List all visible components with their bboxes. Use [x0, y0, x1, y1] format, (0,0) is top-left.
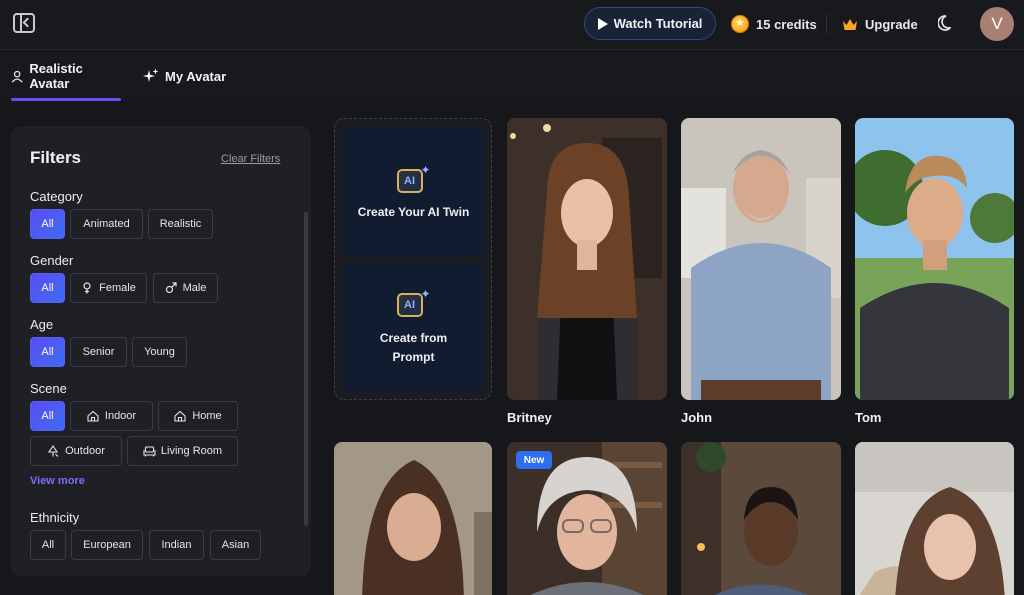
- ethnicity-all-chip[interactable]: All: [30, 530, 66, 560]
- clear-filters-link[interactable]: Clear Filters: [221, 153, 280, 165]
- tab-my-avatar[interactable]: My Avatar: [143, 51, 226, 101]
- avatar-name: John: [681, 410, 713, 425]
- watch-tutorial-button[interactable]: Watch Tutorial: [584, 7, 716, 40]
- age-young-chip[interactable]: Young: [132, 337, 187, 367]
- avatar-photo: [855, 442, 1014, 595]
- avatar-card-john[interactable]: [681, 118, 841, 400]
- sidebar-toggle-icon[interactable]: [13, 13, 35, 33]
- filters-scrollbar[interactable]: [304, 212, 308, 526]
- gender-all-chip[interactable]: All: [30, 273, 65, 303]
- top-bar: Watch Tutorial 15 credits Upgrade V: [0, 0, 1024, 50]
- category-label: Category: [30, 189, 83, 204]
- credits-display[interactable]: 15 credits: [731, 14, 817, 34]
- user-avatar[interactable]: V: [980, 7, 1014, 41]
- tree-icon: [47, 445, 59, 457]
- scene-outdoor-chip[interactable]: Outdoor: [30, 436, 122, 466]
- scene-label: Scene: [30, 381, 67, 396]
- moon-icon[interactable]: [938, 14, 956, 32]
- create-prompt-label-1: Create from: [379, 331, 448, 345]
- watch-tutorial-label: Watch Tutorial: [613, 16, 703, 31]
- ethnicity-european-chip[interactable]: European: [71, 530, 143, 560]
- age-senior-chip[interactable]: Senior: [70, 337, 127, 367]
- tab-label: My Avatar: [165, 68, 227, 84]
- avatar-photo: [334, 442, 492, 595]
- play-icon: [597, 17, 608, 30]
- create-ai-twin-card[interactable]: AI ✦ Create Your AI Twin: [343, 127, 484, 255]
- upgrade-label: Upgrade: [865, 16, 918, 32]
- filters-title: Filters: [30, 148, 82, 167]
- avatar-name: Britney: [507, 410, 552, 425]
- male-icon: [165, 282, 177, 294]
- credits-label: 15 credits: [756, 16, 817, 32]
- category-animated-chip[interactable]: Animated: [70, 209, 143, 239]
- sofa-icon: [143, 445, 156, 457]
- category-all-chip[interactable]: All: [30, 209, 65, 239]
- scene-all-chip[interactable]: All: [30, 401, 65, 431]
- tab-label: Realistic Avatar: [29, 61, 83, 91]
- coin-icon: [731, 15, 749, 33]
- create-prompt-label-2: Prompt: [392, 350, 435, 364]
- avatar-photo: [681, 118, 841, 400]
- avatar-card-tom[interactable]: [855, 118, 1014, 400]
- avatar-card[interactable]: [334, 442, 492, 595]
- scene-indoor-chip[interactable]: Indoor: [70, 401, 153, 431]
- avatar-card[interactable]: [681, 442, 841, 595]
- age-label: Age: [30, 317, 54, 332]
- create-panel: AI ✦ Create Your AI Twin AI ✦ Create fro…: [334, 118, 492, 400]
- user-initial: V: [991, 14, 1003, 33]
- avatar-card[interactable]: [855, 442, 1014, 595]
- avatar-photo: [507, 118, 667, 400]
- crown-icon: [842, 18, 858, 31]
- avatar-card-britney[interactable]: [507, 118, 667, 400]
- scene-home-chip[interactable]: Home: [158, 401, 238, 431]
- category-realistic-chip[interactable]: Realistic: [148, 209, 213, 239]
- create-ai-twin-label: Create Your AI Twin: [357, 205, 470, 219]
- view-more-link[interactable]: View more: [30, 475, 85, 487]
- create-from-prompt-card[interactable]: AI ✦ Create from Prompt: [343, 263, 484, 391]
- ethnicity-asian-chip[interactable]: Asian: [210, 530, 261, 560]
- ai-sparkle-icon: AI ✦: [396, 287, 431, 319]
- filters-panel: Filters Clear Filters Category All Anima…: [11, 126, 311, 576]
- gender-female-chip[interactable]: Female: [70, 273, 147, 303]
- tab-realistic-avatar[interactable]: Realistic Avatar: [11, 51, 121, 101]
- person-icon: [11, 70, 23, 83]
- upgrade-button[interactable]: Upgrade: [842, 14, 918, 34]
- gender-male-chip[interactable]: Male: [153, 273, 218, 303]
- gender-label: Gender: [30, 253, 74, 268]
- ethnicity-indian-chip[interactable]: Indian: [149, 530, 204, 560]
- ethnicity-label: Ethnicity: [30, 510, 80, 525]
- house-icon: [87, 410, 99, 422]
- tab-bar: Realistic Avatar My Avatar: [0, 51, 1024, 101]
- ai-sparkle-icon: AI ✦: [396, 163, 431, 195]
- home-icon: [174, 410, 186, 422]
- avatar-photo: [681, 442, 841, 595]
- avatar-name: Tom: [855, 410, 882, 425]
- new-badge: New: [516, 451, 552, 469]
- avatar-card[interactable]: New: [507, 442, 667, 595]
- scene-living-room-chip[interactable]: Living Room: [127, 436, 238, 466]
- sparkle-icon: [143, 68, 159, 82]
- divider: [826, 14, 827, 34]
- female-icon: [81, 282, 93, 294]
- age-all-chip[interactable]: All: [30, 337, 65, 367]
- avatar-photo: [855, 118, 1014, 400]
